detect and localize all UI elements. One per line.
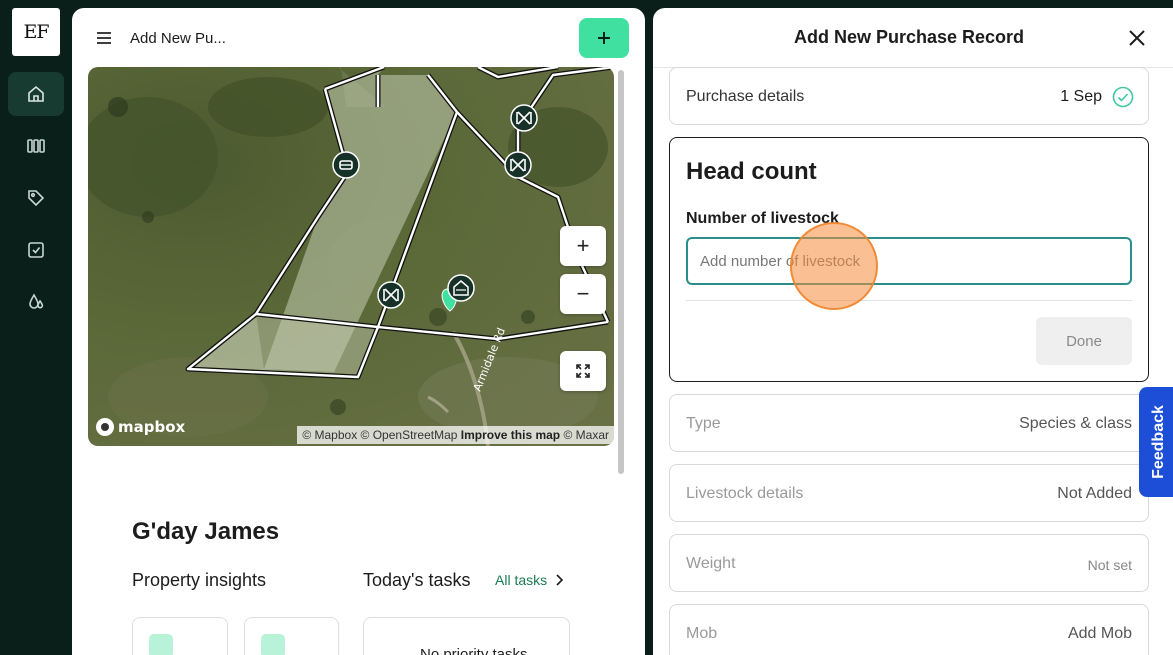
nav-paddocks[interactable] [8, 124, 64, 168]
dashboard-scrollbar[interactable] [618, 70, 624, 474]
map-marker-trough[interactable] [332, 151, 360, 179]
insight-icon [261, 634, 285, 655]
maxar-credit[interactable]: © Maxar [563, 428, 609, 442]
map-marker-gate-1[interactable] [510, 104, 538, 132]
hamburger-menu-icon[interactable] [94, 28, 114, 48]
insight-card[interactable] [132, 617, 228, 655]
livestock-details-value: Not Added [1057, 485, 1132, 502]
dashboard-title: Add New Pu... [130, 30, 226, 47]
dashboard-header: Add New Pu... [72, 8, 645, 68]
check-circle-icon [1112, 86, 1134, 108]
map-zoom-out-button[interactable]: − [560, 274, 606, 314]
app-logo[interactable]: EF [12, 8, 60, 56]
insight-card[interactable] [244, 617, 339, 655]
mapbox-credit[interactable]: © Mapbox [302, 428, 357, 442]
map-satellite-layer: Armidale Rd [88, 67, 614, 446]
improve-map-link[interactable]: Improve this map [461, 428, 560, 442]
home-icon [28, 85, 44, 102]
purchase-record-panel: Add New Purchase Record Purchase details… [653, 8, 1173, 655]
livestock-details-label: Livestock details [686, 485, 804, 502]
type-label: Type [686, 415, 721, 432]
side-rail: EF [0, 0, 72, 655]
purchase-details-label: Purchase details [686, 88, 805, 105]
map-marker-gate-3[interactable] [377, 281, 405, 309]
paddocks-icon [27, 139, 45, 153]
map-marker-shed[interactable] [447, 274, 475, 302]
mob-value: Add Mob [1067, 625, 1132, 642]
no-tasks-text: No priority tasks [420, 646, 528, 655]
plus-icon [598, 32, 610, 44]
nav-tasks[interactable] [8, 228, 64, 272]
feedback-label: Feedback [1150, 405, 1167, 479]
done-button[interactable]: Done [1036, 317, 1132, 365]
chevron-right-icon [556, 574, 564, 586]
head-count-section: Head count Number of livestock Done [669, 137, 1149, 382]
task-check-icon [28, 242, 44, 258]
drops-icon [29, 293, 44, 309]
dashboard-panel: Add New Pu... Armidale Rd + − mapbox © M… [72, 8, 645, 655]
type-value: Species & class [1019, 415, 1132, 432]
property-insights-heading: Property insights [132, 570, 267, 590]
weight-label: Weight [686, 555, 736, 572]
greeting: G'day James [132, 518, 280, 545]
purchase-details-row[interactable]: Purchase details 1 Sep [669, 67, 1149, 125]
mob-row[interactable]: Mob Add Mob [669, 604, 1149, 655]
add-record-button[interactable] [579, 18, 629, 58]
type-row[interactable]: Type Species & class [669, 394, 1149, 452]
map-attribution: © Mapbox © OpenStreetMap Improve this ma… [297, 426, 614, 444]
map-fullscreen-button[interactable] [560, 351, 606, 391]
close-icon[interactable] [1125, 26, 1149, 50]
map-marker-gate-2[interactable] [504, 151, 532, 179]
map-zoom-in-button[interactable]: + [560, 226, 606, 266]
nav-home[interactable] [8, 72, 64, 116]
number-of-livestock-label: Number of livestock [686, 210, 839, 227]
osm-credit[interactable]: © OpenStreetMap [361, 428, 458, 442]
fullscreen-icon [576, 364, 590, 378]
todays-tasks-heading: Today's tasks [363, 570, 471, 590]
head-count-divider [686, 300, 1132, 301]
feedback-tab[interactable]: Feedback [1139, 387, 1173, 497]
mapbox-logo[interactable]: mapbox [96, 418, 185, 436]
tag-icon [28, 190, 45, 207]
all-tasks-link[interactable]: All tasks [495, 572, 564, 588]
mapbox-icon [96, 418, 114, 436]
property-map[interactable]: Armidale Rd + − mapbox © Mapbox © OpenSt… [88, 67, 614, 446]
tasks-card: No priority tasks [363, 617, 570, 655]
nav-livestock[interactable] [8, 176, 64, 220]
livestock-details-row[interactable]: Livestock details Not Added [669, 464, 1149, 522]
mob-label: Mob [686, 625, 718, 642]
insight-icon [149, 634, 173, 655]
number-of-livestock-input[interactable] [686, 237, 1132, 285]
panel-title: Add New Purchase Record [793, 27, 1025, 47]
weight-row[interactable]: Weight Not set [669, 534, 1149, 592]
purchase-details-value: 1 Sep [1060, 88, 1102, 105]
nav-water[interactable] [8, 280, 64, 324]
weight-value: Not set [1087, 557, 1132, 573]
head-count-title: Head count [686, 158, 817, 185]
